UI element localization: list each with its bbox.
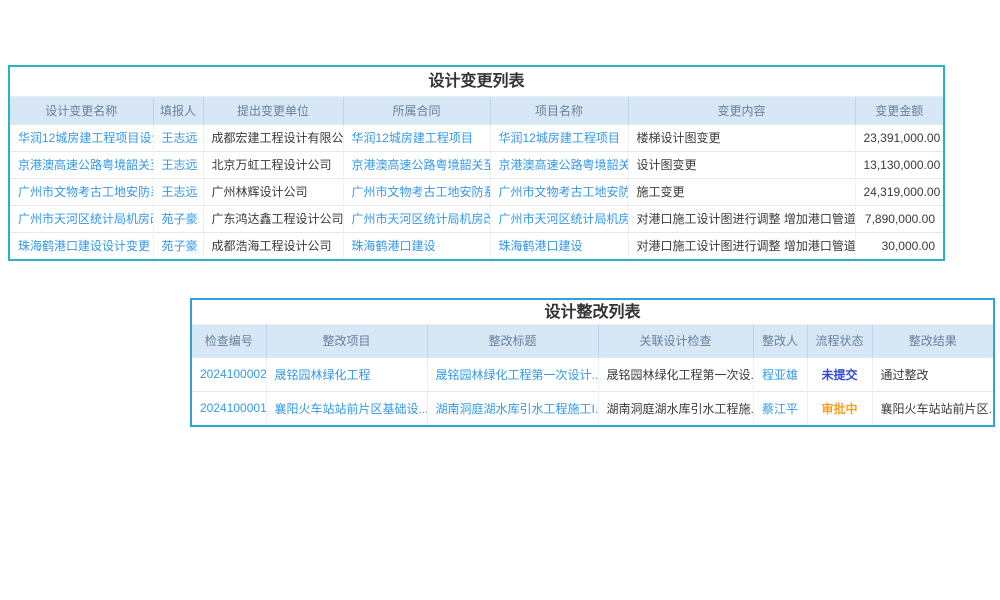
- check-no-link[interactable]: 2024100001: [192, 391, 266, 425]
- table-row: 2024100002 晟铭园林绿化工程 晟铭园林绿化工程第一次设计... 晟铭园…: [192, 357, 993, 391]
- design-rectify-header-row: 检查编号 整改项目 整改标题 关联设计检查 整改人 流程状态 整改结果: [192, 325, 993, 357]
- reporter-link[interactable]: 苑子豪: [153, 205, 203, 232]
- change-name-link[interactable]: 广州市天河区统计局机房改...: [10, 205, 153, 232]
- proposing-unit-cell: 广州林辉设计公司: [203, 178, 343, 205]
- table-row: 珠海鹤港口建设设计变更 苑子豪 成都浩海工程设计公司 珠海鹤港口建设 珠海鹤港口…: [10, 232, 943, 259]
- change-name-link[interactable]: 京港澳高速公路粤境韶关至...: [10, 151, 153, 178]
- column-header-change-name: 设计变更名称: [10, 97, 153, 124]
- column-header-rectify-result: 整改结果: [872, 325, 993, 357]
- rectify-project-link[interactable]: 晟铭园林绿化工程: [266, 357, 427, 391]
- table-row: 京港澳高速公路粤境韶关至... 王志远 北京万虹工程设计公司 京港澳高速公路粤境…: [10, 151, 943, 178]
- design-change-header-row: 设计变更名称 填报人 提出变更单位 所属合同 项目名称 变更内容 变更金额: [10, 97, 943, 124]
- change-amount-cell: 13,130,000.00: [855, 151, 943, 178]
- column-header-proposing-unit: 提出变更单位: [203, 97, 343, 124]
- change-content-cell: 楼梯设计图变更: [628, 124, 855, 151]
- design-rectify-table-title: 设计整改列表: [192, 300, 993, 325]
- contract-link[interactable]: 广州市文物考古工地安防系...: [343, 178, 490, 205]
- change-amount-cell: 30,000.00: [855, 232, 943, 259]
- contract-link[interactable]: 京港澳高速公路粤境韶关至...: [343, 151, 490, 178]
- reporter-link[interactable]: 苑子豪: [153, 232, 203, 259]
- column-header-change-content: 变更内容: [628, 97, 855, 124]
- column-header-check-no: 检查编号: [192, 325, 266, 357]
- change-name-link[interactable]: 珠海鹤港口建设设计变更: [10, 232, 153, 259]
- column-header-contract: 所属合同: [343, 97, 490, 124]
- column-header-related-check: 关联设计检查: [598, 325, 753, 357]
- check-no-link[interactable]: 2024100002: [192, 357, 266, 391]
- rectify-result-cell: 襄阳火车站站前片区...: [872, 391, 993, 425]
- table-row: 华润12城房建工程项目设计... 王志远 成都宏建工程设计有限公司 华润12城房…: [10, 124, 943, 151]
- proposing-unit-cell: 广东鸿达鑫工程设计公司: [203, 205, 343, 232]
- design-change-table-title: 设计变更列表: [10, 67, 943, 97]
- contract-link[interactable]: 广州市天河区统计局机房改...: [343, 205, 490, 232]
- change-content-cell: 施工变更: [628, 178, 855, 205]
- column-header-project-name: 项目名称: [490, 97, 628, 124]
- proposing-unit-cell: 成都浩海工程设计公司: [203, 232, 343, 259]
- flow-status-badge: 审批中: [807, 391, 872, 425]
- rectifier-link[interactable]: 蔡江平: [753, 391, 807, 425]
- change-amount-cell: 7,890,000.00: [855, 205, 943, 232]
- change-content-cell: 对港口施工设计图进行调整 增加港口管道建设工程: [628, 232, 855, 259]
- reporter-link[interactable]: 王志远: [153, 178, 203, 205]
- column-header-rectifier: 整改人: [753, 325, 807, 357]
- change-name-link[interactable]: 广州市文物考古工地安防系...: [10, 178, 153, 205]
- rectify-title-link[interactable]: 晟铭园林绿化工程第一次设计...: [427, 357, 598, 391]
- reporter-link[interactable]: 王志远: [153, 151, 203, 178]
- change-content-cell: 对港口施工设计图进行调整 增加港口管道建设工程: [628, 205, 855, 232]
- proposing-unit-cell: 北京万虹工程设计公司: [203, 151, 343, 178]
- table-row: 广州市天河区统计局机房改... 苑子豪 广东鸿达鑫工程设计公司 广州市天河区统计…: [10, 205, 943, 232]
- contract-link[interactable]: 珠海鹤港口建设: [343, 232, 490, 259]
- design-change-table: 设计变更名称 填报人 提出变更单位 所属合同 项目名称 变更内容 变更金额 华润…: [10, 97, 943, 259]
- project-name-link[interactable]: 京港澳高速公路粤境韶关至...: [490, 151, 628, 178]
- change-amount-cell: 24,319,000.00: [855, 178, 943, 205]
- table-row: 2024100001 襄阳火车站站前片区基础设... 湖南洞庭湖水库引水工程施工…: [192, 391, 993, 425]
- table-row: 广州市文物考古工地安防系... 王志远 广州林辉设计公司 广州市文物考古工地安防…: [10, 178, 943, 205]
- project-name-link[interactable]: 广州市文物考古工地安防系...: [490, 178, 628, 205]
- related-check-cell: 晟铭园林绿化工程第一次设...: [598, 357, 753, 391]
- change-amount-cell: 23,391,000.00: [855, 124, 943, 151]
- design-rectify-table: 检查编号 整改项目 整改标题 关联设计检查 整改人 流程状态 整改结果 2024…: [192, 325, 993, 425]
- project-name-link[interactable]: 珠海鹤港口建设: [490, 232, 628, 259]
- change-content-cell: 设计图变更: [628, 151, 855, 178]
- project-name-link[interactable]: 华润12城房建工程项目: [490, 124, 628, 151]
- proposing-unit-cell: 成都宏建工程设计有限公司: [203, 124, 343, 151]
- contract-link[interactable]: 华润12城房建工程项目: [343, 124, 490, 151]
- project-name-link[interactable]: 广州市天河区统计局机房改...: [490, 205, 628, 232]
- column-header-rectify-title: 整改标题: [427, 325, 598, 357]
- column-header-flow-status: 流程状态: [807, 325, 872, 357]
- rectify-project-link[interactable]: 襄阳火车站站前片区基础设...: [266, 391, 427, 425]
- column-header-rectify-project: 整改项目: [266, 325, 427, 357]
- column-header-reporter: 填报人: [153, 97, 203, 124]
- design-rectify-panel: 设计整改列表 检查编号 整改项目 整改标题 关联设计检查 整改人 流程状态 整改…: [190, 298, 995, 427]
- flow-status-badge: 未提交: [807, 357, 872, 391]
- rectify-title-link[interactable]: 湖南洞庭湖水库引水工程施工I...: [427, 391, 598, 425]
- related-check-cell: 湖南洞庭湖水库引水工程施...: [598, 391, 753, 425]
- design-change-panel: 设计变更列表 设计变更名称 填报人 提出变更单位 所属合同 项目名称 变更内容 …: [8, 65, 945, 261]
- change-name-link[interactable]: 华润12城房建工程项目设计...: [10, 124, 153, 151]
- reporter-link[interactable]: 王志远: [153, 124, 203, 151]
- rectifier-link[interactable]: 程亚雄: [753, 357, 807, 391]
- column-header-change-amount: 变更金额: [855, 97, 943, 124]
- rectify-result-cell: 通过整改: [872, 357, 993, 391]
